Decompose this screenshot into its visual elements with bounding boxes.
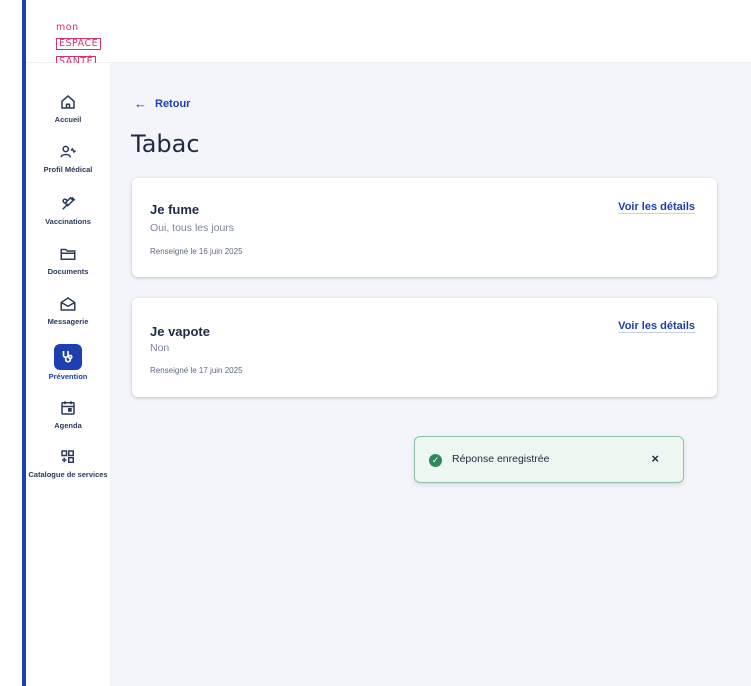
folder-icon [57, 243, 79, 265]
sidebar-item-catalogue[interactable]: Catalogue de services [26, 446, 110, 479]
toast-message: Réponse enregistrée [452, 453, 550, 465]
sidebar-item-label: Catalogue de services [28, 470, 108, 479]
sidebar-item-vaccinations[interactable]: Vaccinations [26, 193, 110, 226]
back-link-label: Retour [155, 97, 191, 110]
mon-espace-sante-logo[interactable]: mon ESPACE SANTÉ [56, 22, 126, 68]
sidebar-item-messagerie[interactable]: Messagerie [26, 293, 110, 326]
vaccination-icon [57, 193, 79, 215]
answer-card-vapote: Je vapote Non Renseigné le 17 juin 2025 … [132, 298, 717, 397]
sidebar: Accueil Profil Médical Vaccinations Docu… [26, 63, 110, 686]
card-date: Renseigné le 17 juin 2025 [150, 366, 243, 375]
envelope-icon [57, 293, 79, 315]
check-circle-icon: ✓ [429, 454, 442, 467]
arrow-left-icon: ← [134, 96, 147, 111]
calendar-icon [57, 397, 79, 419]
sidebar-item-prevention[interactable]: Prévention [26, 344, 110, 381]
success-toast: ✓ Réponse enregistrée × [414, 436, 684, 483]
sidebar-item-label: Accueil [54, 115, 82, 124]
sidebar-item-accueil[interactable]: Accueil [26, 91, 110, 124]
back-link[interactable]: ← Retour [134, 96, 190, 111]
card-date: Renseigné le 16 juin 2025 [150, 247, 243, 256]
card-title: Je vapote [150, 324, 210, 339]
sidebar-item-profil-medical[interactable]: Profil Médical [26, 141, 110, 174]
sidebar-item-label: Prévention [48, 372, 88, 381]
logo-line-1: mon [56, 22, 79, 33]
details-link[interactable]: Voir les détails [618, 320, 695, 332]
details-link[interactable]: Voir les détails [618, 201, 695, 213]
catalogue-icon [57, 446, 79, 468]
card-value: Oui, tous les jours [150, 222, 235, 234]
stethoscope-icon [54, 344, 82, 370]
sidebar-item-label: Messagerie [47, 317, 89, 326]
sidebar-item-label: Vaccinations [45, 217, 91, 226]
page-title: Tabac [131, 130, 200, 158]
logo-line-2: ESPACE [56, 38, 102, 50]
sidebar-item-label: Profil Médical [43, 165, 93, 174]
main-content: ← Retour Tabac Je fume Oui, tous les jou… [110, 63, 751, 686]
top-header: mon ESPACE SANTÉ [26, 0, 751, 68]
sidebar-item-label: Agenda [54, 421, 82, 430]
sidebar-item-label: Documents [47, 267, 89, 276]
left-accent-bar [0, 0, 26, 686]
sidebar-item-agenda[interactable]: Agenda [26, 397, 110, 430]
answer-card-fume: Je fume Oui, tous les jours Renseigné le… [132, 178, 717, 277]
close-icon[interactable]: × [651, 451, 659, 466]
profile-medical-icon [57, 141, 79, 163]
home-icon [57, 91, 79, 113]
card-value: Non [150, 342, 170, 354]
card-title: Je fume [150, 202, 200, 217]
sidebar-item-documents[interactable]: Documents [26, 243, 110, 276]
